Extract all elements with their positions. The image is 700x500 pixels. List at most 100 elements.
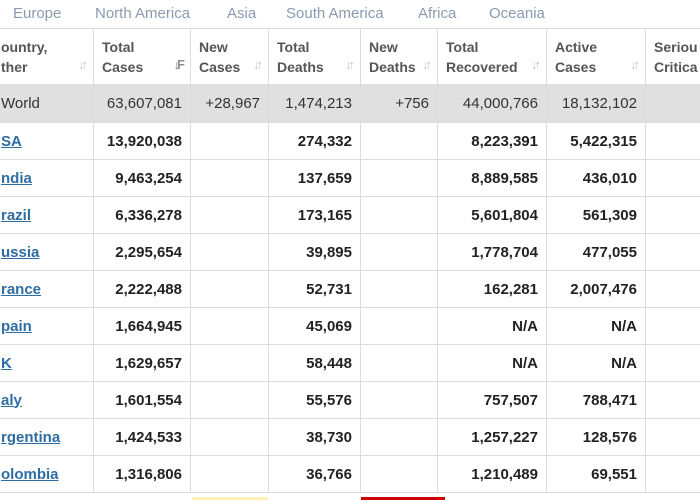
stats-table: ountry, ther ↓↑ Total Cases ↓F New Cases… [0, 28, 700, 493]
table-cell: 274,332 [268, 122, 361, 160]
table-cell: 2 [645, 307, 700, 345]
header-label: New [199, 39, 228, 55]
header-country[interactable]: ountry, ther ↓↑ [0, 28, 94, 85]
country-cell: ndia [0, 159, 94, 197]
tab-asia[interactable]: Asia [227, 5, 256, 22]
table-cell: 1,629,657 [93, 344, 191, 382]
country-link[interactable]: ussia [1, 244, 39, 261]
table-cell: 63,607,081 [93, 84, 191, 123]
header-total-cases[interactable]: Total Cases ↓F [93, 28, 191, 85]
world-total-row: World 63,607,081 +28,967 1,474,213 +756 … [0, 84, 700, 123]
table-cell: +756 [360, 84, 438, 123]
table-cell: 137,659 [268, 159, 361, 197]
header-total-deaths[interactable]: Total Deaths ↓↑ [268, 28, 361, 85]
country-cell: olombia [0, 455, 94, 493]
header-serious-critical[interactable]: Seriou Critica [645, 28, 700, 85]
table-cell: 1,474,213 [268, 84, 361, 123]
header-label: Recovered [446, 59, 518, 75]
header-label: Deaths [277, 59, 324, 75]
table-cell: 477,055 [546, 233, 646, 271]
table-cell: 2,222,488 [93, 270, 191, 308]
country-cell: K [0, 344, 94, 382]
table-cell: 3 [645, 381, 700, 419]
table-cell: 128,576 [546, 418, 646, 456]
table-cell: N/A [546, 307, 646, 345]
table-cell: N/A [437, 344, 547, 382]
country-cell: razil [0, 196, 94, 234]
country-cell: rance [0, 270, 94, 308]
header-new-cases[interactable]: New Cases ↓↑ [190, 28, 269, 85]
country-link[interactable]: K [1, 355, 12, 372]
tab-europe[interactable]: Europe [13, 5, 61, 22]
table-cell: 13,920,038 [93, 122, 191, 160]
table-cell [360, 196, 438, 234]
table-row: pain 1,664,945 45,069 N/A N/A 2 [0, 307, 700, 345]
table-cell [360, 418, 438, 456]
table-cell: 8 [645, 196, 700, 234]
header-label: Active [555, 39, 598, 55]
table-cell: 2,295,654 [93, 233, 191, 271]
table-cell: 2 [645, 233, 700, 271]
tab-oceania[interactable]: Oceania [489, 5, 545, 22]
table-cell: 2 [645, 455, 700, 493]
tab-south-america[interactable]: South America [286, 5, 384, 22]
table-cell: 18,132,102 [546, 84, 646, 123]
table-cell: 436,010 [546, 159, 646, 197]
table-cell [190, 344, 269, 382]
table-cell [360, 381, 438, 419]
country-cell: SA [0, 122, 94, 160]
table-cell: 757,507 [437, 381, 547, 419]
table-cell [360, 455, 438, 493]
sort-desc-icon: ↓F [173, 57, 186, 72]
header-total-recovered[interactable]: Total Recovered ↓↑ [437, 28, 547, 85]
sort-updown-icon: ↓↑ [253, 57, 263, 72]
tab-africa[interactable]: Africa [418, 5, 456, 22]
header-label: Total [446, 39, 479, 55]
tab-north-america[interactable]: North America [95, 5, 190, 22]
header-label: Cases [555, 59, 597, 75]
country-link[interactable]: rgentina [1, 429, 60, 446]
country-link[interactable]: ndia [1, 170, 32, 187]
table-cell: 39,895 [268, 233, 361, 271]
country-link[interactable]: SA [1, 133, 22, 150]
table-cell: 1,257,227 [437, 418, 547, 456]
table-row: aly 1,601,554 55,576 757,507 788,471 3 [0, 381, 700, 419]
table-cell [360, 233, 438, 271]
country-link[interactable]: olombia [1, 466, 59, 483]
table-cell: +28,967 [190, 84, 269, 123]
table-cell: 8 [645, 159, 700, 197]
table-cell: 1,778,704 [437, 233, 547, 271]
table-cell: 55,576 [268, 381, 361, 419]
country-cell: rgentina [0, 418, 94, 456]
header-label: Critica [654, 59, 698, 75]
stats-table-container: ountry, ther ↓↑ Total Cases ↓F New Cases… [0, 28, 700, 493]
country-cell: pain [0, 307, 94, 345]
country-link[interactable]: rance [1, 281, 41, 298]
table-row: ndia 9,463,254 137,659 8,889,585 436,010… [0, 159, 700, 197]
table-cell: 3 [645, 270, 700, 308]
table-cell [360, 344, 438, 382]
country-link[interactable]: razil [1, 207, 31, 224]
country-link[interactable]: aly [1, 392, 22, 409]
table-cell [190, 122, 269, 160]
table-cell [190, 196, 269, 234]
table-row: K 1,629,657 58,448 N/A N/A 1 [0, 344, 700, 382]
header-label: New [369, 39, 398, 55]
sort-updown-icon: ↓↑ [422, 57, 432, 72]
table-cell [360, 122, 438, 160]
header-label: Cases [102, 59, 144, 75]
header-new-deaths[interactable]: New Deaths ↓↑ [360, 28, 438, 85]
table-cell: N/A [437, 307, 547, 345]
table-row: rance 2,222,488 52,731 162,281 2,007,476… [0, 270, 700, 308]
table-cell: 1,316,806 [93, 455, 191, 493]
table-cell: 162,281 [437, 270, 547, 308]
header-label: ountry, [1, 39, 48, 55]
sort-updown-icon: ↓↑ [630, 57, 640, 72]
country-link[interactable]: pain [1, 318, 32, 335]
header-label: Total [277, 39, 310, 55]
table-cell [360, 307, 438, 345]
country-cell: ussia [0, 233, 94, 271]
table-cell: 6,336,278 [93, 196, 191, 234]
header-active-cases[interactable]: Active Cases ↓↑ [546, 28, 646, 85]
table-cell: 788,471 [546, 381, 646, 419]
